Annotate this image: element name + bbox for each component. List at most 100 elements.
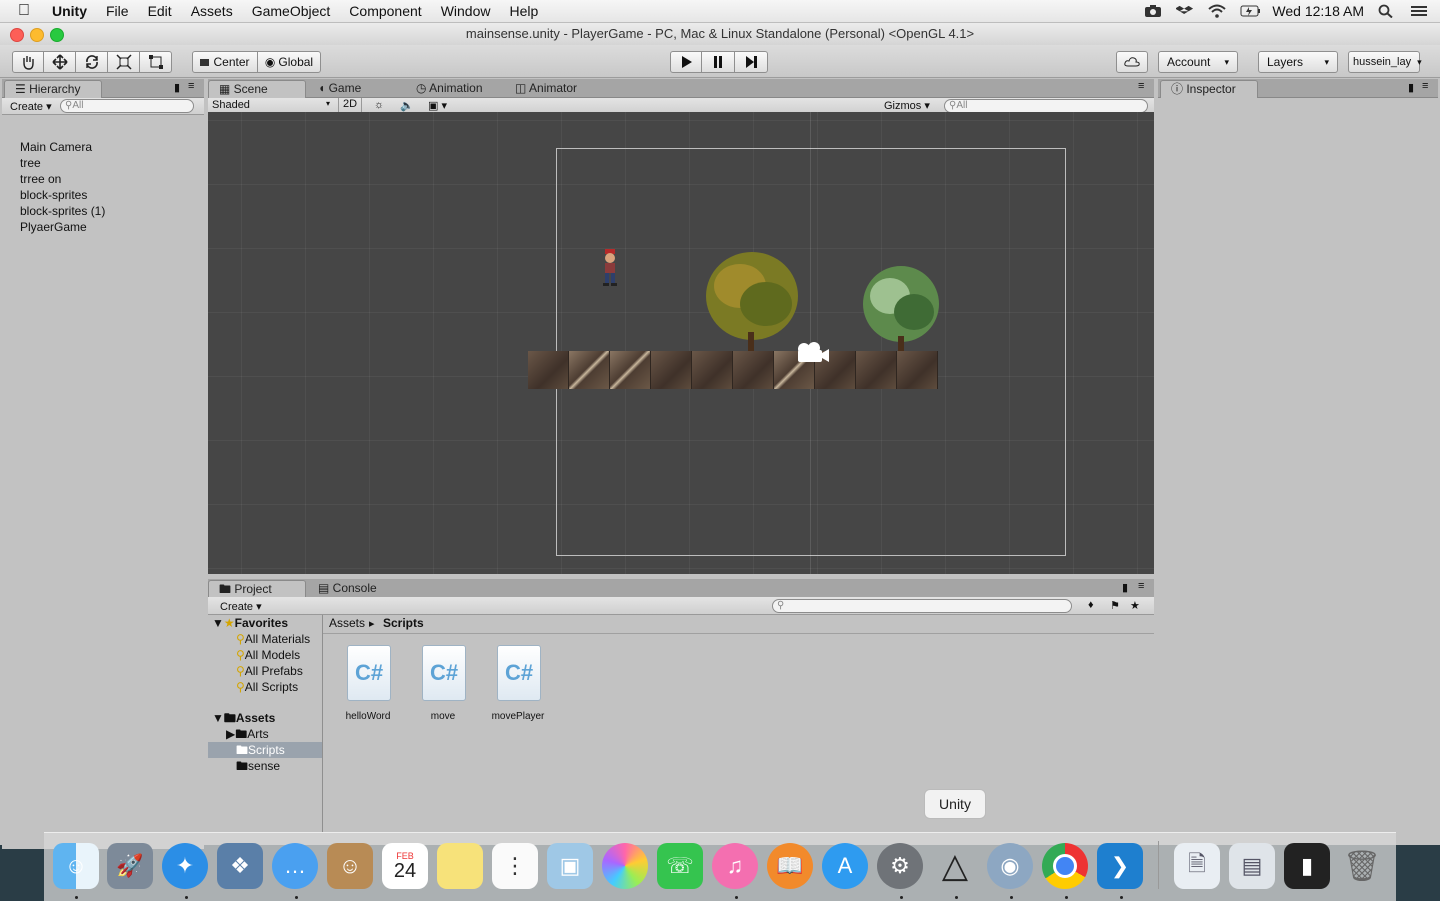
panel-menu-icon[interactable]: ≡ xyxy=(1138,80,1144,92)
folder-scripts[interactable]: 🖿Scripts xyxy=(208,742,322,758)
chrome-icon[interactable] xyxy=(1042,843,1088,889)
mail-eagle-icon[interactable]: ❖ xyxy=(217,843,263,889)
menu-assets[interactable]: Assets xyxy=(191,3,233,19)
account-dropdown[interactable]: Account xyxy=(1158,51,1238,73)
layers-dropdown[interactable]: Layers xyxy=(1258,51,1338,73)
system-preferences-icon[interactable]: ⚙ xyxy=(877,843,923,889)
hierarchy-item-tree[interactable]: tree xyxy=(20,155,41,171)
rotate-tool-button[interactable] xyxy=(75,51,108,73)
tab-inspector[interactable]: ⓘ Inspector xyxy=(1160,80,1258,98)
minimize-window-button[interactable] xyxy=(30,28,44,42)
panel-menu-icon[interactable]: ≡ xyxy=(1422,80,1428,92)
menu-app-name[interactable]: Unity xyxy=(52,3,87,19)
menu-edit[interactable]: Edit xyxy=(148,3,172,19)
panel-menu-icon[interactable]: ≡ xyxy=(188,80,194,92)
contacts-icon[interactable]: ☺ xyxy=(327,843,373,889)
menu-help[interactable]: Help xyxy=(509,3,538,19)
reminders-icon[interactable]: ⋮ xyxy=(492,843,538,889)
lock-icon[interactable]: ▮ xyxy=(1408,81,1414,94)
step-button[interactable] xyxy=(734,51,768,73)
pivot-center-toggle[interactable]: Center xyxy=(192,51,258,73)
preview-icon[interactable]: ▣ xyxy=(547,843,593,889)
project-create-dropdown[interactable]: Create ▾ xyxy=(220,600,262,613)
hierarchy-item-plyaergame[interactable]: PlyaerGame xyxy=(20,219,87,235)
tab-animation[interactable]: ◷ Animation xyxy=(406,80,493,97)
visual-studio-code-icon[interactable]: ❯ xyxy=(1097,843,1143,889)
battery-icon[interactable] xyxy=(1240,4,1261,18)
facetime-icon[interactable]: ☏ xyxy=(657,843,703,889)
menubar-clock[interactable]: Wed 12:18 AM xyxy=(1272,3,1364,19)
project-search-input[interactable]: ⚲ xyxy=(772,599,1072,613)
apple-icon[interactable]:  xyxy=(18,2,36,20)
block-sprites-ground[interactable] xyxy=(528,351,938,389)
unity-hub-icon[interactable]: ◉ xyxy=(987,843,1033,889)
cloud-services-button[interactable] xyxy=(1116,51,1148,73)
tab-console[interactable]: ▤ Console xyxy=(308,580,387,597)
hierarchy-search-input[interactable]: ⚲All xyxy=(60,99,194,113)
pause-button[interactable] xyxy=(701,51,735,73)
lock-icon[interactable]: ▮ xyxy=(1122,581,1128,594)
player-sprite[interactable] xyxy=(600,249,620,287)
dropbox-icon[interactable] xyxy=(1175,4,1194,18)
tab-scene[interactable]: ▦ Scene xyxy=(208,80,306,98)
safari-icon[interactable]: ✦ xyxy=(162,843,208,889)
gizmos-dropdown[interactable]: Gizmos ▾ xyxy=(884,99,932,112)
hierarchy-item-block-sprites[interactable]: block-sprites xyxy=(20,187,87,203)
lock-icon[interactable]: ▮ xyxy=(174,81,180,94)
search-by-label-icon[interactable]: ⚑ xyxy=(1110,599,1120,612)
play-button[interactable] xyxy=(670,51,702,73)
menu-gameobject[interactable]: GameObject xyxy=(252,3,331,19)
shading-mode-dropdown[interactable]: Shaded ▾ xyxy=(212,99,330,111)
hierarchy-item-trree-on[interactable]: trree on xyxy=(20,171,61,187)
scene-lighting-icon[interactable]: ☼ xyxy=(374,99,384,111)
favorites-star-icon[interactable]: ★ xyxy=(1130,599,1140,612)
scene-view[interactable] xyxy=(208,112,1154,574)
notes-icon[interactable] xyxy=(437,843,483,889)
finder-icon[interactable]: ☺ xyxy=(53,843,99,889)
menu-component[interactable]: Component xyxy=(349,3,421,19)
hand-tool-button[interactable] xyxy=(12,51,44,73)
scene-search-input[interactable]: ⚲All xyxy=(944,99,1148,113)
favorites-group[interactable]: ▼★Favorites xyxy=(212,615,288,631)
rect-tool-button[interactable] xyxy=(139,51,172,73)
itunes-icon[interactable]: ♫ xyxy=(712,843,758,889)
tab-game[interactable]: ◖ Game xyxy=(308,80,371,97)
layout-dropdown[interactable]: hussein_lay xyxy=(1348,51,1420,73)
folder-arts[interactable]: ▶🖿Arts xyxy=(226,726,269,742)
panel-menu-icon[interactable]: ≡ xyxy=(1138,580,1144,592)
notification-center-icon[interactable] xyxy=(1410,4,1428,18)
scene-audio-icon[interactable]: 🔈 xyxy=(400,99,414,112)
tab-animator[interactable]: ◫ Animator xyxy=(505,80,587,97)
wifi-icon[interactable] xyxy=(1208,4,1227,18)
favorite-all-scripts[interactable]: ⚲All Scripts xyxy=(236,679,298,695)
menu-window[interactable]: Window xyxy=(441,3,491,19)
screenshot-stack-icon[interactable]: ▤ xyxy=(1229,843,1275,889)
global-space-toggle[interactable]: ◉ Global xyxy=(257,51,321,73)
favorite-all-models[interactable]: ⚲All Models xyxy=(236,647,300,663)
favorite-all-materials[interactable]: ⚲All Materials xyxy=(236,631,310,647)
assets-group[interactable]: ▼🖿Assets xyxy=(212,710,275,726)
ibooks-icon[interactable]: 📖 xyxy=(767,843,813,889)
trash-icon[interactable]: 🗑 xyxy=(1339,843,1385,889)
hierarchy-create-dropdown[interactable]: Create ▾ xyxy=(10,100,52,113)
tab-project[interactable]: 🖿 Project xyxy=(208,580,306,598)
launchpad-icon[interactable]: 🚀 xyxy=(107,843,153,889)
camera-icon[interactable] xyxy=(1144,4,1162,18)
scale-tool-button[interactable] xyxy=(107,51,140,73)
calendar-icon[interactable]: FEB 24 xyxy=(382,843,428,889)
unity-icon[interactable]: △ xyxy=(932,843,978,889)
breadcrumb-scripts[interactable]: Scripts xyxy=(383,616,424,630)
asset-moveplayer[interactable]: C# movePlayer xyxy=(492,645,572,722)
mode-2d-toggle[interactable]: 2D xyxy=(338,98,362,112)
zoom-window-button[interactable] xyxy=(50,28,64,42)
camera-gizmo-icon[interactable] xyxy=(794,340,830,364)
tree-on-sprite[interactable] xyxy=(860,264,942,352)
breadcrumb-assets[interactable]: Assets xyxy=(329,616,365,630)
spotlight-search-icon[interactable] xyxy=(1378,4,1396,19)
photos-icon[interactable] xyxy=(602,843,648,889)
close-window-button[interactable] xyxy=(10,28,24,42)
zip-archive-icon[interactable]: 🗎 xyxy=(1174,843,1220,889)
app-store-icon[interactable]: A xyxy=(822,843,868,889)
messages-icon[interactable]: … xyxy=(272,843,318,889)
scene-effects-icon[interactable]: ▣ ▾ xyxy=(428,99,447,112)
